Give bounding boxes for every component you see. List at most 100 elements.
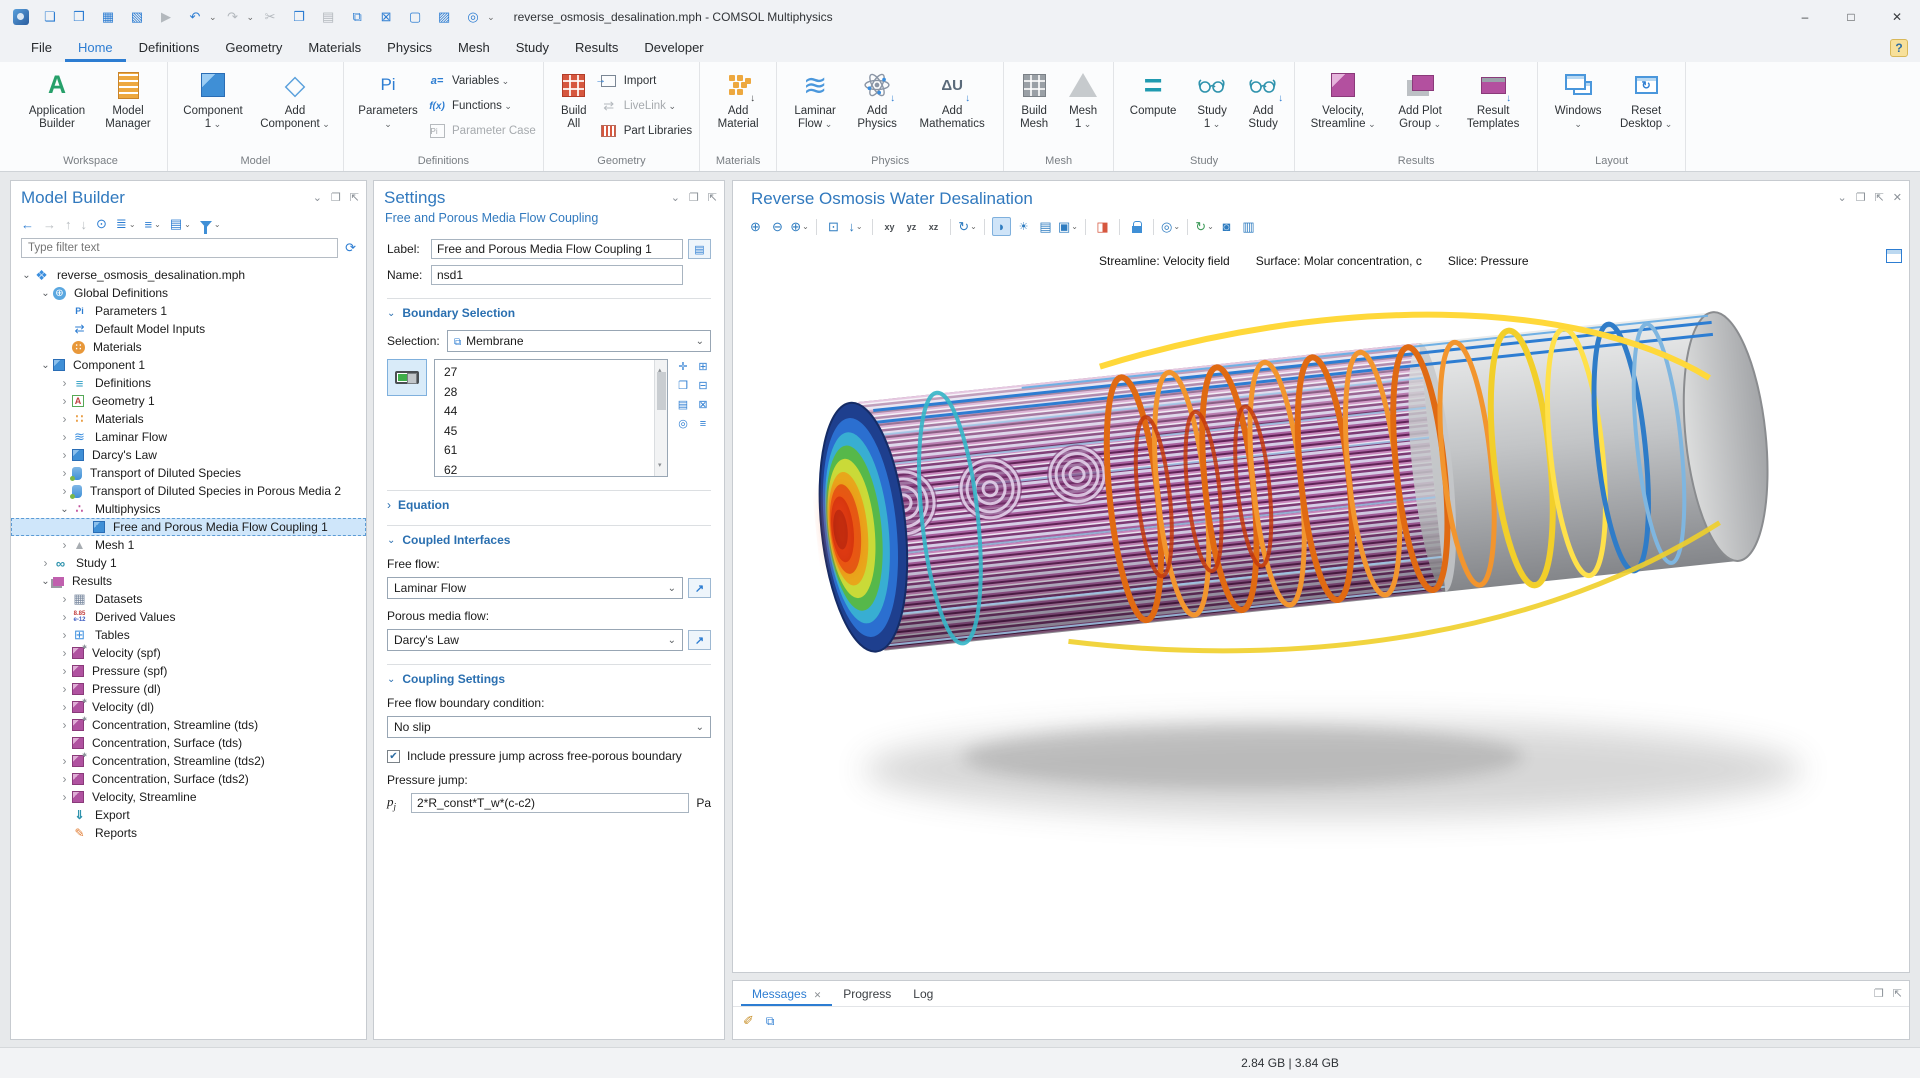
list-item[interactable]: 45 — [444, 422, 651, 442]
study-1-button[interactable]: Study 1 — [1188, 67, 1236, 134]
go-to-porous-flow-button[interactable] — [688, 630, 711, 650]
tree-item[interactable]: Velocity, Streamline — [11, 788, 366, 806]
list-item[interactable]: 44 — [444, 402, 651, 422]
close-button[interactable] — [1874, 0, 1920, 34]
tree-item[interactable]: Concentration, Surface (tds) — [11, 734, 366, 752]
expand-icon[interactable] — [57, 700, 72, 714]
expand-icon[interactable] — [57, 754, 72, 768]
tree-item[interactable]: Multiphysics — [11, 500, 366, 518]
clear-selection-icon[interactable] — [695, 397, 711, 412]
build-all-button[interactable]: Build All — [551, 67, 597, 134]
coupling-settings-section[interactable]: Coupling Settings — [387, 664, 711, 686]
expand-all-icon[interactable]: ⌄ — [116, 216, 136, 232]
redo-menu-icon[interactable]: ⌄ — [247, 12, 255, 23]
float-panel-icon[interactable] — [1874, 987, 1884, 1000]
filter-input[interactable] — [21, 238, 338, 258]
filter-icon[interactable]: ⌄ — [200, 220, 221, 229]
reset-desktop-button[interactable]: Reset Desktop — [1614, 67, 1678, 134]
pin-panel-icon[interactable] — [350, 191, 359, 204]
collapse-panel-icon[interactable] — [1837, 191, 1846, 204]
collapse-panel-icon[interactable] — [313, 191, 322, 204]
name-input[interactable] — [431, 265, 683, 285]
tab-developer[interactable]: Developer — [631, 35, 716, 62]
minimize-button[interactable] — [1782, 0, 1828, 34]
scene-light-icon[interactable] — [1014, 217, 1033, 236]
expand-icon[interactable] — [57, 772, 72, 786]
expand-icon[interactable] — [57, 376, 72, 390]
tab-geometry[interactable]: Geometry — [212, 35, 295, 62]
import-button[interactable]: Import — [600, 71, 692, 91]
tree-item[interactable]: Pressure (spf) — [11, 662, 366, 680]
refresh-icon[interactable] — [345, 240, 356, 256]
zoom-to-selection-icon[interactable] — [675, 416, 691, 431]
pin-panel-icon[interactable] — [1893, 987, 1902, 1000]
boundary-condition-dropdown[interactable]: No slip — [387, 716, 711, 738]
maximize-button[interactable] — [1828, 0, 1874, 34]
collapse-icon[interactable] — [19, 270, 34, 281]
tree-item[interactable]: Reports — [11, 824, 366, 842]
close-messages-icon[interactable] — [814, 987, 822, 1001]
tree-item[interactable]: Datasets — [11, 590, 366, 608]
equation-section[interactable]: Equation — [387, 490, 711, 512]
duplicate-button[interactable] — [344, 5, 370, 29]
tree-item[interactable]: Transport of Diluted Species — [11, 464, 366, 482]
expand-icon[interactable] — [57, 448, 72, 462]
run-button[interactable] — [153, 5, 179, 29]
component-1-button[interactable]: Component 1 — [175, 67, 251, 134]
create-selection-icon[interactable] — [675, 359, 691, 374]
compute-button[interactable]: Compute — [1121, 67, 1185, 121]
expand-icon[interactable] — [57, 790, 72, 804]
collapse-icon[interactable] — [38, 288, 53, 299]
tree-item[interactable]: Materials — [11, 338, 366, 356]
collapse-icon[interactable] — [38, 576, 53, 587]
clear-messages-icon[interactable] — [743, 1013, 754, 1029]
float-panel-icon[interactable] — [331, 191, 341, 204]
boundary-selection-list[interactable]: 27 28 44 45 61 62 — [434, 359, 668, 477]
windows-button[interactable]: Windows — [1545, 67, 1611, 134]
snapshot-icon[interactable] — [1217, 217, 1236, 236]
undo-menu-icon[interactable]: ⌄ — [209, 12, 217, 23]
tree-item[interactable]: Derived Values — [11, 608, 366, 626]
tab-messages[interactable]: Messages — [741, 983, 832, 1006]
view-options-icon[interactable]: ⌄ — [1058, 217, 1078, 236]
parameters-button[interactable]: Parameters — [351, 67, 425, 134]
expand-icon[interactable] — [57, 718, 72, 732]
update-plot-icon[interactable]: ⌄ — [1195, 217, 1214, 236]
view-yz-icon[interactable]: yz — [902, 217, 921, 236]
mesh-1-button[interactable]: Mesh 1 — [1060, 67, 1106, 134]
tree-item[interactable]: Parameters 1 — [11, 302, 366, 320]
tab-mesh[interactable]: Mesh — [445, 35, 503, 62]
color-legend-icon[interactable] — [1036, 217, 1055, 236]
cut-button[interactable] — [257, 5, 283, 29]
build-mesh-button[interactable]: Build Mesh — [1011, 67, 1057, 134]
image-effects-icon[interactable] — [1093, 217, 1112, 236]
move-up-icon[interactable] — [65, 217, 72, 232]
tab-definitions[interactable]: Definitions — [126, 35, 213, 62]
tab-home[interactable]: Home — [65, 35, 126, 62]
free-flow-dropdown[interactable]: Laminar Flow — [387, 577, 683, 599]
tree-item[interactable]: Transport of Diluted Species in Porous M… — [11, 482, 366, 500]
tree-item[interactable]: Results — [11, 572, 366, 590]
pin-panel-icon[interactable] — [708, 191, 717, 204]
tree-item[interactable]: Concentration, Streamline (tds2) — [11, 752, 366, 770]
preview-button[interactable] — [460, 5, 486, 29]
tree-item[interactable]: Tables — [11, 626, 366, 644]
save-button[interactable] — [95, 5, 121, 29]
expand-icon[interactable] — [57, 646, 72, 660]
expand-icon[interactable] — [57, 538, 72, 552]
expand-icon[interactable] — [57, 592, 72, 606]
float-panel-icon[interactable] — [689, 191, 699, 204]
tree-item-selected[interactable]: Free and Porous Media Flow Coupling 1 — [11, 518, 366, 536]
selection-dropdown[interactable]: Membrane — [447, 330, 711, 352]
tab-log[interactable]: Log — [902, 983, 944, 1006]
add-plot-group-button[interactable]: Add Plot Group — [1387, 67, 1453, 134]
lock-camera-icon[interactable] — [1127, 217, 1146, 236]
pressure-jump-input[interactable] — [411, 793, 689, 813]
desalination-module-3d-view[interactable] — [733, 271, 1909, 972]
active-selection-toggle[interactable] — [387, 359, 427, 396]
remove-from-selection-icon[interactable] — [695, 378, 711, 393]
tree-item[interactable]: Velocity (spf) — [11, 644, 366, 662]
copy-messages-icon[interactable] — [766, 1014, 775, 1029]
tree-item[interactable]: Darcy's Law — [11, 446, 366, 464]
collapse-all-icon[interactable]: ⌄ — [145, 217, 161, 232]
